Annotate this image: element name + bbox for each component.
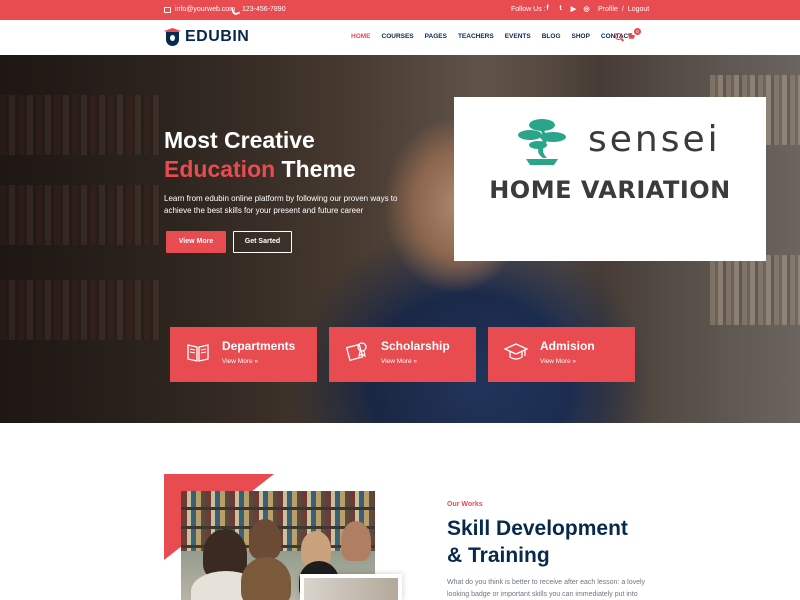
certificate-icon: [345, 342, 367, 362]
feature-view-more-link[interactable]: View More »: [222, 358, 258, 365]
feature-title: Departments: [222, 339, 296, 353]
logo-text: EDUBIN: [185, 27, 250, 45]
main-menu: HOME COURSES PAGES TEACHERS EVENTS BLOG …: [351, 33, 632, 40]
nav-item-shop[interactable]: SHOP: [572, 33, 590, 40]
view-more-button[interactable]: View More: [166, 231, 226, 253]
sensei-brand-name: sensei: [588, 119, 721, 160]
cart-count-badge: 0: [634, 28, 641, 35]
envelope-icon: [164, 6, 171, 13]
email-text: info@yourweb.com: [175, 6, 236, 13]
hero-title-accent: Education: [164, 156, 276, 182]
section-description: What do you think is better to receive a…: [447, 579, 646, 598]
nav-item-pages[interactable]: PAGES: [425, 33, 447, 40]
search-icon[interactable]: [615, 33, 622, 40]
follow-text: Follow Us :: [511, 6, 546, 13]
account-links: Profile / Logout: [598, 6, 649, 13]
profile-link[interactable]: Profile: [598, 6, 618, 13]
section-label: Our Works: [447, 501, 483, 508]
hero-title-line2: Education Theme: [164, 155, 356, 184]
feature-card-departments[interactable]: Departments View More »: [170, 327, 317, 382]
home-variation-title: HOME VARIATION: [489, 176, 731, 204]
site-logo[interactable]: EDUBIN: [164, 27, 249, 46]
bonsai-tree-icon: [518, 119, 566, 165]
phone-text: 123-456-7890: [242, 6, 286, 13]
youtube-icon[interactable]: ▶: [570, 5, 577, 13]
hero-title-rest: Theme: [275, 156, 356, 182]
main-navbar: EDUBIN HOME COURSES PAGES TEACHERS EVENT…: [0, 20, 800, 55]
instagram-icon[interactable]: ◎: [583, 5, 590, 13]
hero-title: Most Creative Education Theme: [164, 126, 356, 184]
feature-title: Scholarship: [381, 339, 450, 353]
top-bar: info@yourweb.com 123-456-7890 Follow Us …: [0, 0, 800, 20]
secondary-photo: [300, 574, 402, 600]
nav-item-home[interactable]: HOME: [351, 33, 371, 40]
feature-card-admision[interactable]: Admision View More »: [488, 327, 635, 382]
graduation-cap-icon: [504, 343, 528, 360]
feature-view-more-link[interactable]: View More »: [540, 358, 576, 365]
phone-icon: [232, 7, 238, 13]
separator: /: [621, 6, 624, 13]
nav-item-blog[interactable]: BLOG: [542, 33, 561, 40]
hero-title-line1: Most Creative: [164, 127, 315, 153]
hero-description: Learn from edubin online platform by fol…: [164, 194, 398, 215]
sensei-variation-card: sensei HOME VARIATION: [454, 97, 766, 261]
feature-card-scholarship[interactable]: Scholarship View More »: [329, 327, 476, 382]
section-title-line2: & Training: [447, 544, 550, 567]
feature-view-more-link[interactable]: View More »: [381, 358, 417, 365]
nav-item-courses[interactable]: COURSES: [382, 33, 414, 40]
logout-link[interactable]: Logout: [628, 6, 649, 13]
email-contact[interactable]: info@yourweb.com: [164, 6, 235, 13]
nav-item-teachers[interactable]: TEACHERS: [458, 33, 494, 40]
social-links: f t ▶ ◎: [544, 5, 590, 13]
get-started-button[interactable]: Get Sarted: [233, 231, 292, 253]
phone-contact[interactable]: 123-456-7890: [232, 6, 286, 13]
follow-label: Follow Us :: [511, 6, 546, 13]
feature-title: Admision: [540, 339, 595, 353]
shield-logo-icon: [164, 27, 181, 46]
section-title-line1: Skill Development: [447, 517, 628, 540]
book-icon: [187, 344, 209, 362]
facebook-icon[interactable]: f: [544, 5, 551, 13]
section-title: Skill Development & Training: [447, 515, 628, 569]
nav-item-events[interactable]: EVENTS: [505, 33, 531, 40]
twitter-icon[interactable]: t: [557, 5, 564, 13]
